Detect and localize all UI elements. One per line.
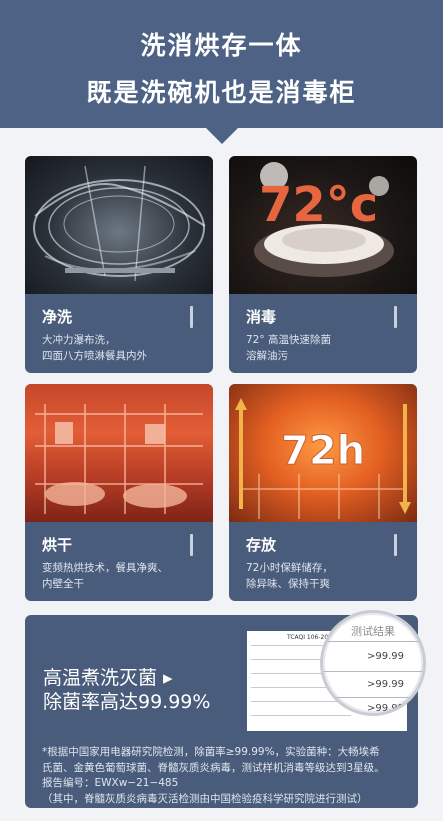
disinfect-image: 72°c [229, 156, 417, 294]
disinfect-illustration: 72°c [254, 162, 394, 277]
magnifier-value: >99.99 [367, 651, 405, 662]
sterilization-headline-line2: 除菌率高达99.99% [43, 691, 211, 713]
card-desc-line: 72小时保鲜储存， [246, 562, 333, 574]
footnote-line: *根据中国家用电器研究院检测，除菌率≥99.99%，实验菌种：大畅埃希 [42, 746, 380, 758]
footnote-line: （其中，脊髓灰质炎病毒灭活检测由中国检验疫科学研究院进行测试） [42, 792, 368, 805]
card-description: 变频热烘技术，餐具净爽、 内壁全干 [42, 560, 204, 592]
card-desc-line: 大冲力瀑布洗， [42, 334, 116, 346]
card-description: 72° 高温快速除菌 溶解油污 [246, 332, 408, 364]
magnifier-value: >99.99 [367, 703, 405, 714]
report-rule [251, 715, 351, 716]
feature-card-dry: 烘干 变频热烘技术，餐具净爽、 内壁全干 [25, 384, 213, 601]
magnifier-value: >99.99 [367, 679, 405, 690]
wash-image [25, 156, 213, 294]
card-desc-line: 变频热烘技术，餐具净爽、 [42, 562, 168, 574]
magnifier-rule [323, 671, 423, 672]
card-title: 存放 [246, 536, 277, 554]
header-banner: 洗消烘存一体 既是洗碗机也是消毒柜 [0, 0, 443, 144]
card-title: 消毒 [246, 308, 277, 326]
card-desc-line: 四面八方喷淋餐具内外 [42, 350, 147, 362]
card-description: 72小时保鲜储存， 除异味、保持干爽 [246, 560, 408, 592]
card-desc-line: 溶解油污 [246, 350, 288, 362]
magnifier-heading: 测试结果 [351, 625, 395, 638]
header-title-line1: 洗消烘存一体 [140, 31, 303, 60]
temperature-label: 72°c [259, 177, 378, 233]
card-desc-line: 72° 高温快速除菌 [246, 334, 331, 346]
card-title: 净洗 [42, 308, 73, 326]
header-pointer-notch [206, 128, 238, 144]
feature-card-store: 72h 存放 72小时保鲜储存， 除异味、保持干爽 [229, 384, 417, 601]
drying-rack-illustration [35, 404, 203, 514]
card-desc-line: 除异味、保持干爽 [246, 578, 330, 590]
water-splash-illustration [33, 165, 206, 282]
sterilization-headline-line1: 高温煮洗灭菌 ▸ [43, 667, 173, 689]
card-description: 大冲力瀑布洗， 四面八方喷淋餐具内外 [42, 332, 204, 364]
hours-label: 72h [281, 428, 365, 474]
card-desc-line: 内壁全干 [42, 578, 84, 590]
card-divider-bar [190, 534, 193, 556]
magnifier-lens: 测试结果 >99.99 >99.99 >99.99 [320, 610, 426, 716]
card-divider-bar [394, 306, 397, 328]
magnifier-rule [323, 641, 423, 642]
feature-card-disinfect: 72°c 消毒 72° 高温快速除菌 溶解油污 [229, 156, 417, 373]
footnote-line: 报告编号：EWXw−21−485 [42, 777, 179, 789]
card-title: 烘干 [42, 536, 73, 554]
magnifier-rule [323, 697, 423, 698]
storage-illustration: 72h [235, 398, 411, 519]
footnote: *根据中国家用电器研究院检测，除菌率≥99.99%，实验菌种：大畅埃希 氏菌、金… [42, 745, 410, 807]
store-image: 72h [229, 384, 417, 522]
feature-card-wash: 净洗 大冲力瀑布洗， 四面八方喷淋餐具内外 [25, 156, 213, 373]
card-divider-bar [190, 306, 193, 328]
header-title-line2: 既是洗碗机也是消毒柜 [86, 78, 357, 107]
card-divider-bar [394, 534, 397, 556]
dry-image [25, 384, 213, 522]
footnote-line: 氏菌、金黄色葡萄球菌、脊髓灰质炎病毒，测试样机消毒等级达到3星级。 [42, 761, 385, 774]
